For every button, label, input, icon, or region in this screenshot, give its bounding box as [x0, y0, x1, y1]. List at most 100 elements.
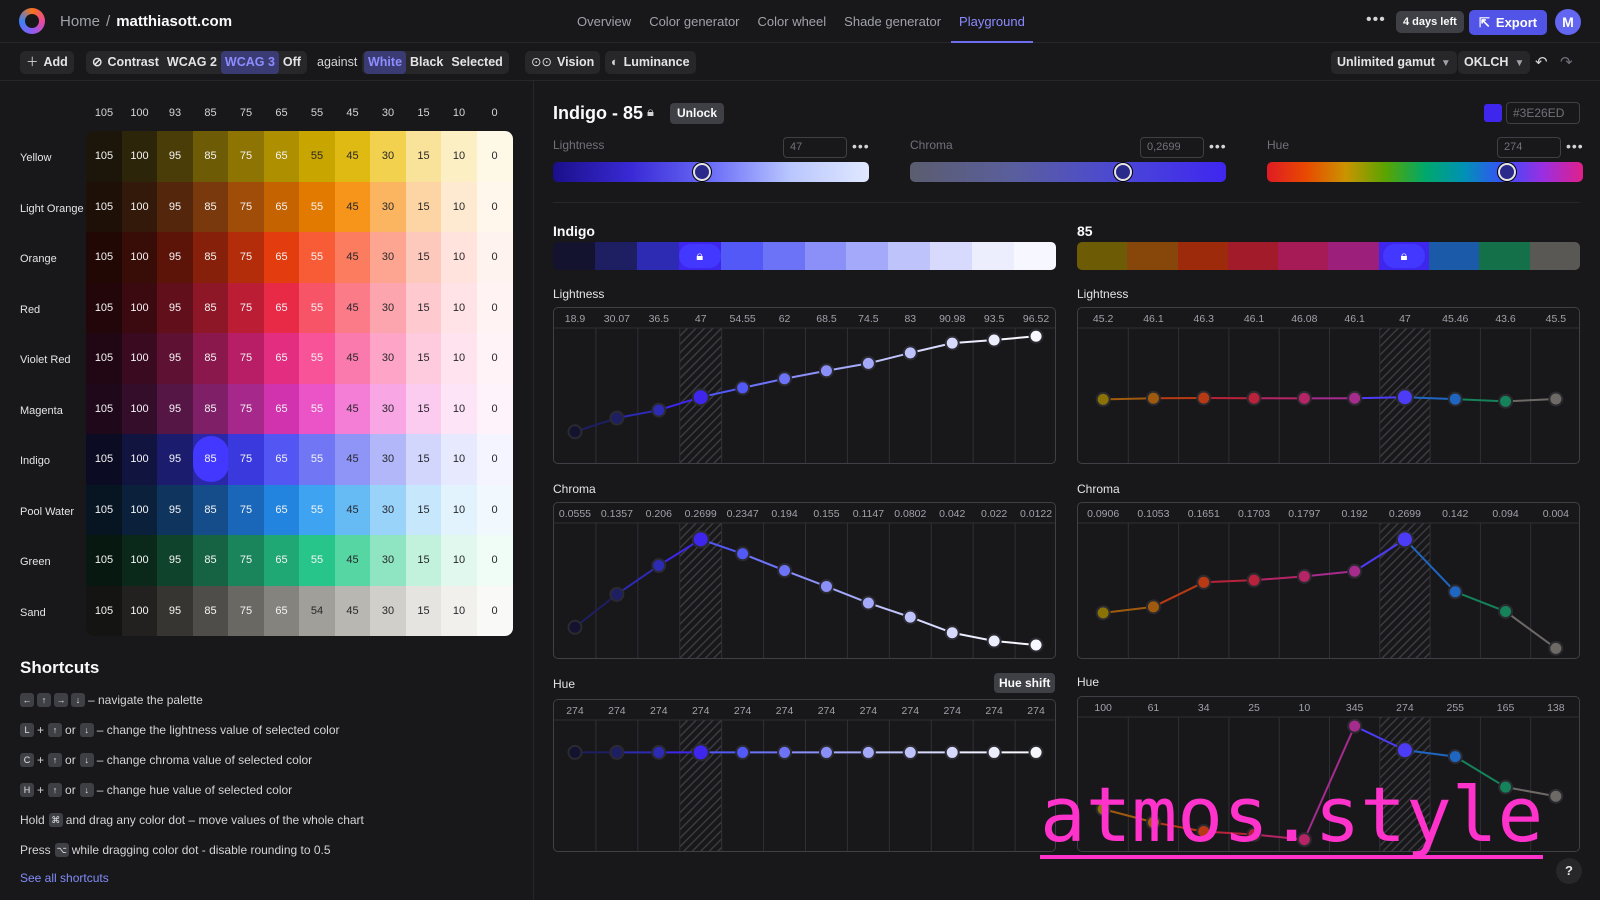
palette-cell[interactable]: 65	[263, 535, 300, 586]
palette-cell[interactable]: 15	[405, 131, 442, 182]
palette-cell[interactable]: 55	[299, 383, 335, 435]
data-point[interactable]	[735, 380, 751, 396]
strip-swatch[interactable]	[553, 242, 595, 270]
palette-cell[interactable]: 65	[263, 484, 300, 536]
palette-cell[interactable]: 75	[228, 282, 264, 334]
contrast-toggle[interactable]: ⊘ Contrast	[88, 51, 163, 74]
palette-cell[interactable]: 30	[370, 585, 406, 636]
strip-swatch[interactable]	[972, 242, 1015, 270]
data-point[interactable]	[651, 402, 667, 418]
palette-cell[interactable]: 100	[121, 232, 158, 283]
strip-swatch[interactable]	[1529, 242, 1580, 270]
palette-cell[interactable]: 75	[228, 383, 264, 435]
strip-swatch[interactable]	[1227, 242, 1279, 270]
slider-thumb[interactable]	[692, 163, 711, 181]
strip-swatch[interactable]	[1014, 242, 1056, 270]
data-point[interactable]	[818, 578, 834, 594]
palette-cell[interactable]: 95	[157, 131, 193, 182]
ellipsis-icon[interactable]: •••	[1209, 138, 1227, 154]
palette-cell[interactable]: 95	[157, 333, 193, 384]
ellipsis-icon[interactable]: •••	[1566, 138, 1584, 154]
palette-cell[interactable]: 0	[476, 535, 513, 586]
help-button[interactable]: ?	[1556, 858, 1582, 884]
app-logo[interactable]	[19, 8, 45, 34]
data-point[interactable]	[1296, 568, 1312, 584]
strip-swatch[interactable]	[804, 242, 847, 270]
palette-cell[interactable]: 10	[441, 484, 477, 536]
palette-cell[interactable]: 0	[476, 282, 513, 334]
palette-cell[interactable]: 85	[192, 282, 229, 334]
palette-cell[interactable]: 30	[370, 282, 406, 334]
palette-cell[interactable]: 55	[299, 434, 335, 485]
ellipsis-icon[interactable]: •••	[1366, 11, 1386, 29]
data-point[interactable]	[1548, 640, 1564, 656]
strip-swatch[interactable]	[1127, 242, 1178, 270]
palette-cell[interactable]: 75	[228, 181, 264, 233]
palette-cell[interactable]: 100	[121, 484, 158, 536]
palette-cell[interactable]: 100	[121, 282, 158, 334]
palette-cell[interactable]: 10	[441, 535, 477, 586]
palette-cell[interactable]: 55	[299, 181, 335, 233]
palette-cell[interactable]: 105	[86, 383, 122, 435]
data-point[interactable]	[1548, 391, 1564, 407]
data-point[interactable]	[777, 562, 793, 578]
data-point[interactable]	[944, 744, 960, 760]
ellipsis-icon[interactable]: •••	[852, 138, 870, 154]
against-option[interactable]: Selected	[447, 51, 506, 74]
palette-cell[interactable]: 15	[405, 484, 442, 536]
data-point[interactable]	[1347, 718, 1363, 734]
palette-cell[interactable]: 0	[476, 333, 513, 384]
palette-cell[interactable]: 65	[263, 434, 300, 485]
strip-swatch[interactable]	[1328, 242, 1379, 270]
data-point[interactable]	[944, 335, 960, 351]
data-point[interactable]	[902, 744, 918, 760]
data-point[interactable]	[986, 633, 1002, 649]
data-point[interactable]	[818, 744, 834, 760]
hue-shift-button[interactable]: Hue shift	[994, 673, 1056, 693]
palette-cell[interactable]: 105	[86, 484, 122, 536]
palette-cell[interactable]: 55	[299, 131, 335, 182]
unlock-button[interactable]: Unlock	[670, 103, 725, 124]
palette-cell[interactable]: 85	[192, 232, 229, 283]
against-option[interactable]: White	[364, 51, 407, 74]
palette-cell[interactable]: 95	[157, 535, 193, 586]
vision-button[interactable]: ⊙⊙ Vision	[525, 51, 601, 74]
palette-cell[interactable]: 15	[405, 434, 442, 485]
row-label[interactable]: Orange	[20, 253, 57, 265]
palette-cell[interactable]: 55	[299, 484, 335, 536]
data-point[interactable]	[651, 558, 667, 574]
palette-cell[interactable]: 55	[299, 282, 335, 334]
palette-cell[interactable]: 100	[121, 333, 158, 384]
data-point[interactable]	[735, 546, 751, 562]
palette-cell[interactable]: 45	[334, 232, 371, 283]
data-point[interactable]	[609, 586, 625, 602]
palette-cell[interactable]: 105	[86, 333, 122, 384]
data-point[interactable]	[860, 744, 876, 760]
palette-cell[interactable]: 15	[405, 535, 442, 586]
data-point[interactable]	[986, 332, 1002, 348]
palette-cell[interactable]: 75	[228, 484, 264, 536]
palette-cell[interactable]: 30	[370, 535, 406, 586]
palette-cell[interactable]: 45	[334, 434, 371, 485]
data-point[interactable]	[1028, 744, 1044, 760]
data-point[interactable]	[1395, 741, 1414, 760]
data-point[interactable]	[860, 595, 876, 611]
data-point[interactable]	[1498, 603, 1514, 619]
breadcrumb-site[interactable]: matthiasott.com	[116, 13, 232, 30]
add-button[interactable]: ＋ Add	[20, 51, 74, 74]
data-point[interactable]	[691, 388, 710, 407]
nav-tab[interactable]: Color wheel	[750, 0, 835, 43]
see-all-shortcuts-link[interactable]: See all shortcuts	[20, 871, 109, 885]
palette-cell[interactable]: 75	[228, 131, 264, 182]
data-point[interactable]	[1145, 390, 1161, 406]
data-point[interactable]	[567, 744, 583, 760]
palette-cell[interactable]: 100	[121, 434, 158, 485]
palette-cell[interactable]: 105	[86, 282, 122, 334]
data-point[interactable]	[944, 625, 960, 641]
data-point[interactable]	[1395, 388, 1414, 407]
palette-cell[interactable]: 65	[263, 181, 300, 233]
redo-icon[interactable]: ↷	[1560, 51, 1573, 74]
palette-cell[interactable]: 15	[405, 383, 442, 435]
palette-cell[interactable]: 45	[334, 585, 371, 636]
palette-cell[interactable]: 105	[86, 232, 122, 283]
